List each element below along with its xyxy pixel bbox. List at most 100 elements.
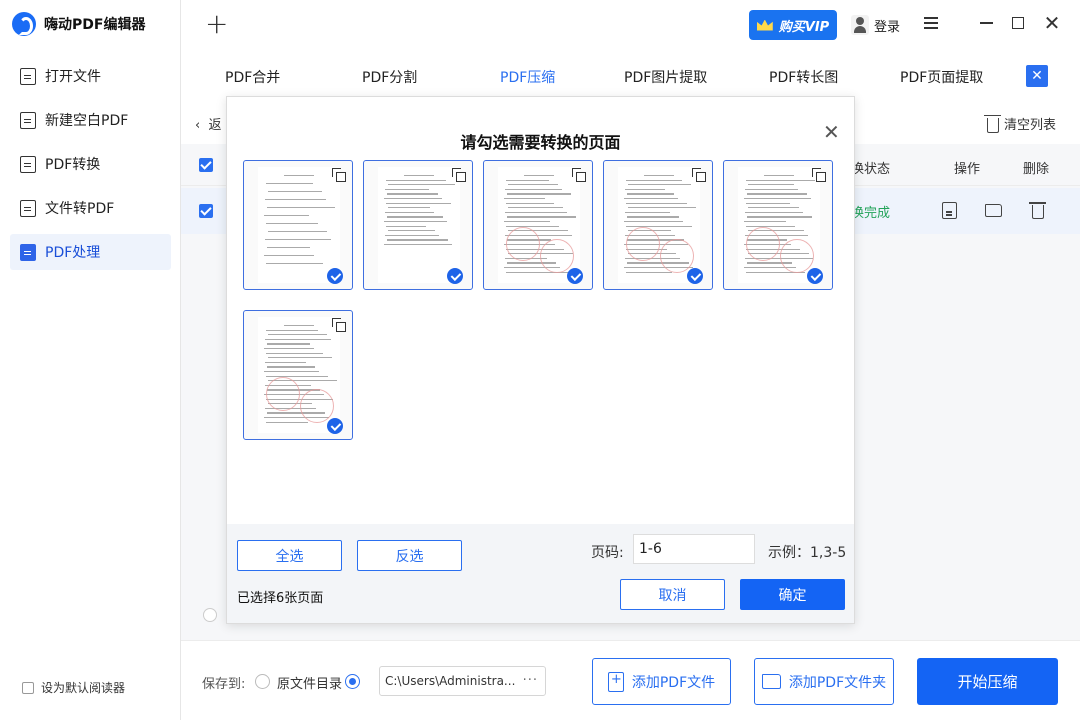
selected-check-icon[interactable] — [327, 268, 343, 284]
user-icon — [851, 15, 869, 35]
page-range-input[interactable] — [633, 534, 755, 564]
page-text-line — [267, 366, 315, 368]
app-title: 嗨动PDF编辑器 — [44, 17, 146, 33]
close-window-icon[interactable]: ✕ — [1040, 11, 1064, 35]
tab-pdf-compress[interactable]: PDF压缩 — [500, 67, 555, 87]
sidebar-item-pdf-convert[interactable]: PDF转换 — [10, 146, 171, 182]
custom-dir-radio[interactable] — [345, 674, 360, 689]
sidebar-item-file-to-pdf[interactable]: 文件转PDF — [10, 190, 171, 226]
tab-pdf-image-extract[interactable]: PDF图片提取 — [624, 67, 707, 87]
default-reader-label: 设为默认阅读器 — [41, 681, 126, 695]
selected-check-icon[interactable] — [687, 268, 703, 284]
page-thumbnail[interactable] — [483, 160, 593, 290]
page-text-line — [506, 225, 559, 227]
stamp-seal — [300, 389, 334, 423]
minimize-icon[interactable] — [974, 12, 998, 34]
page-text-line — [624, 198, 678, 200]
page-text-line — [387, 216, 443, 218]
selected-check-icon[interactable] — [327, 418, 343, 434]
page-text-line — [386, 202, 451, 204]
output-path-field[interactable]: C:\Users\Administra... ··· — [379, 666, 546, 696]
page-text-line — [268, 334, 327, 336]
selected-check-icon[interactable] — [447, 268, 463, 284]
confirm-button[interactable]: 确定 — [740, 579, 845, 610]
page-text-line — [625, 188, 665, 190]
back-button[interactable]: ‹ 返 — [195, 114, 221, 133]
page-preview — [498, 167, 580, 283]
sidebar-item-pdf-process[interactable]: PDF处理 — [10, 234, 171, 270]
cancel-button[interactable]: 取消 — [620, 579, 725, 610]
page-text-line — [266, 329, 318, 331]
file-icon — [20, 67, 36, 85]
clear-list-button[interactable]: 清空列表 — [983, 114, 1056, 133]
original-dir-radio[interactable] — [255, 674, 270, 689]
tab-pdf-merge[interactable]: PDF合并 — [225, 67, 280, 87]
page-text-line — [284, 175, 314, 177]
page-text-line — [266, 352, 323, 354]
login-button[interactable]: 登录 — [851, 12, 900, 38]
sidebar-item-new-blank-pdf[interactable]: 新建空白PDF — [10, 102, 171, 138]
zoom-preview-icon[interactable] — [452, 168, 466, 182]
file-convert-icon — [20, 199, 36, 217]
tab-pdf-split[interactable]: PDF分割 — [362, 67, 417, 87]
operation-column-header: 操作 — [954, 162, 981, 177]
selected-check-icon[interactable] — [807, 268, 823, 284]
pdf-file-icon — [20, 111, 36, 129]
tab-pdf-page-extract[interactable]: PDF页面提取 — [900, 67, 983, 87]
stamp-seal — [780, 239, 814, 273]
radio-option[interactable] — [203, 608, 217, 622]
dialog-footer: 全选 反选 页码: 示例：1,3-5 已选择6张页面 取消 确定 — [227, 524, 854, 623]
selected-check-icon[interactable] — [567, 268, 583, 284]
add-pdf-folder-label: 添加PDF文件夹 — [788, 674, 887, 691]
zoom-preview-icon[interactable] — [332, 168, 346, 182]
vip-label: 购买VIP — [778, 19, 830, 35]
stamp-seal — [660, 239, 694, 273]
zoom-preview-icon[interactable] — [812, 168, 826, 182]
page-text-line — [388, 184, 455, 186]
delete-icon[interactable] — [1029, 202, 1046, 219]
page-text-line — [507, 216, 576, 218]
start-compress-button[interactable]: 开始压缩 — [917, 658, 1058, 705]
page-text-line — [384, 221, 447, 223]
add-pdf-file-button[interactable]: 添加PDF文件 — [592, 658, 731, 705]
page-text-line — [385, 188, 429, 190]
default-reader-checkbox[interactable] — [22, 681, 34, 694]
open-folder-icon[interactable] — [985, 204, 1002, 217]
select-all-checkbox[interactable] — [199, 158, 213, 172]
page-text-line — [267, 343, 310, 345]
page-text-line — [267, 207, 335, 209]
zoom-preview-icon[interactable] — [692, 168, 706, 182]
page-thumbnail[interactable] — [243, 160, 353, 290]
new-tab-plus-icon[interactable]: + — [205, 10, 228, 38]
zoom-preview-icon[interactable] — [572, 168, 586, 182]
invert-selection-button[interactable]: 反选 — [357, 540, 462, 571]
page-text-line — [508, 207, 563, 209]
add-pdf-folder-button[interactable]: 添加PDF文件夹 — [754, 658, 894, 705]
stamp-seal — [540, 239, 574, 273]
page-thumbnail[interactable] — [243, 310, 353, 440]
row-checkbox[interactable] — [199, 204, 213, 218]
menu-icon[interactable] — [919, 12, 943, 34]
default-reader-option[interactable]: 设为默认阅读器 — [22, 679, 125, 696]
select-all-button[interactable]: 全选 — [237, 540, 342, 571]
close-dialog-icon[interactable]: ✕ — [823, 122, 840, 142]
page-select-dialog: 请勾选需要转换的页面 ✕ 全选 反选 页码: 示例：1,3-5 已选择6张页面 … — [226, 96, 855, 624]
page-text-line — [266, 375, 328, 377]
back-label: 返 — [208, 118, 222, 133]
tab-pdf-to-long-image[interactable]: PDF转长图 — [769, 67, 838, 87]
close-tabs-icon[interactable]: ✕ — [1026, 65, 1048, 87]
page-thumbnail[interactable] — [603, 160, 713, 290]
browse-more-button[interactable]: ··· — [523, 673, 538, 688]
stamp-seal — [626, 227, 660, 261]
document-icon[interactable] — [942, 202, 957, 219]
page-preview — [738, 167, 820, 283]
page-thumbnail[interactable] — [363, 160, 473, 290]
add-file-icon — [607, 671, 624, 692]
maximize-icon[interactable] — [1006, 12, 1030, 34]
sidebar-item-open-file[interactable]: 打开文件 — [10, 58, 171, 94]
page-text-line — [267, 247, 310, 249]
page-text-line — [264, 348, 314, 350]
zoom-preview-icon[interactable] — [332, 318, 346, 332]
page-thumbnail[interactable] — [723, 160, 833, 290]
buy-vip-button[interactable]: 购买VIP — [749, 10, 837, 40]
